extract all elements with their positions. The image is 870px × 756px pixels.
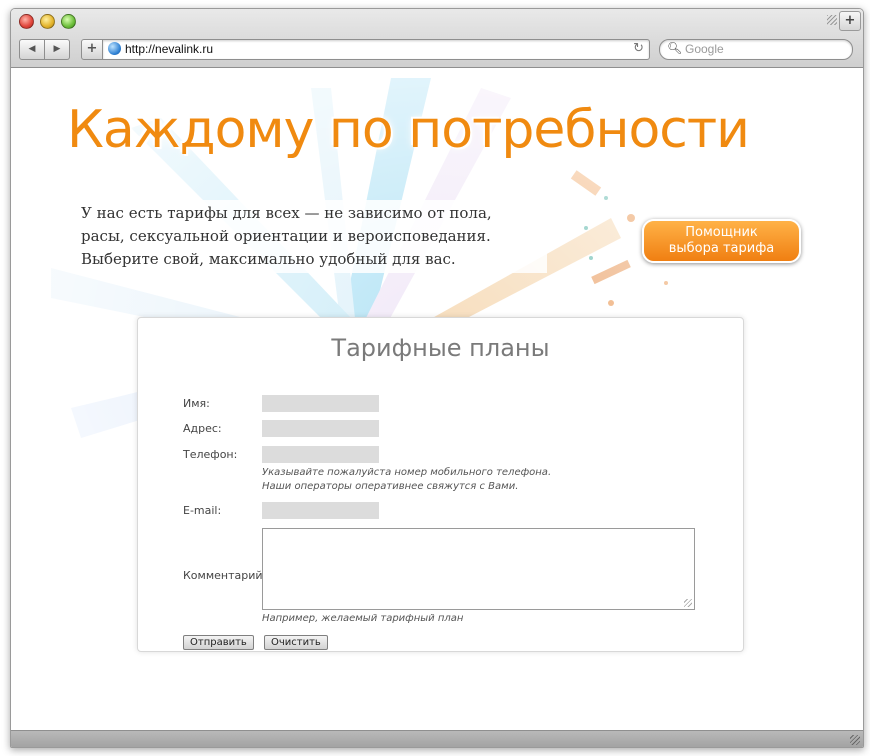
email-field[interactable]	[262, 502, 379, 519]
tariff-helper-button[interactable]: Помощник выбора тарифа	[642, 219, 801, 263]
search-bar[interactable]: 🔍︎	[659, 39, 853, 60]
form-title: Тарифные планы	[331, 334, 550, 362]
textarea-resize-icon[interactable]	[684, 599, 692, 607]
add-bookmark-button[interactable]: +	[81, 39, 103, 60]
window-resize-icon[interactable]	[850, 735, 860, 745]
comment-label: Комментарий:	[183, 569, 267, 582]
submit-button[interactable]: Отправить	[183, 635, 254, 650]
window-controls	[19, 14, 76, 29]
name-field[interactable]	[262, 395, 379, 412]
helper-button-line: Помощник	[685, 225, 758, 240]
address-bar[interactable]: http://nevalink.ru ↻	[102, 39, 650, 60]
email-label: E-mail:	[183, 504, 222, 517]
address-label: Адрес:	[183, 422, 222, 435]
intro-text: У нас есть тарифы для всех — не зависимо…	[75, 200, 547, 273]
phone-label: Телефон:	[183, 448, 238, 461]
minimize-window-button[interactable]	[40, 14, 55, 29]
close-window-button[interactable]	[19, 14, 34, 29]
comment-hint: Например, желаемый тарифный план	[262, 613, 464, 624]
forward-button[interactable]: ▶	[45, 39, 70, 60]
globe-icon	[108, 42, 121, 55]
browser-window: + ◀ ▶ + http://nevalink.ru ↻ 🔍︎ Google К…	[10, 8, 864, 748]
intro-line: У нас есть тарифы для всех — не зависимо…	[81, 204, 492, 222]
phone-field[interactable]	[262, 446, 379, 463]
helper-button-line: выбора тарифа	[668, 241, 775, 256]
name-label: Имя:	[183, 397, 210, 410]
intro-line: расы, сексуальной ориентации и вероиспов…	[81, 227, 491, 245]
zoom-window-button[interactable]	[61, 14, 76, 29]
tariff-form-card: Тарифные планы Имя: Адрес: Телефон: Указ…	[137, 317, 744, 652]
phone-hint-line: Указывайте пожалуйста номер мобильного т…	[262, 467, 552, 478]
browser-toolbar: + ◀ ▶ + http://nevalink.ru ↻ 🔍︎	[11, 9, 863, 68]
back-button[interactable]: ◀	[19, 39, 45, 60]
status-bar	[11, 730, 863, 747]
phone-hint: Указывайте пожалуйста номер мобильного т…	[262, 466, 551, 494]
resize-grip-icon	[827, 15, 837, 25]
search-icon[interactable]: 🔍︎	[667, 41, 682, 55]
search-input[interactable]	[685, 41, 845, 57]
intro-line: Выберите свой, максимально удобный для в…	[81, 250, 456, 268]
reset-button[interactable]: Очистить	[264, 635, 328, 650]
web-page: Каждому по потребности У нас есть тарифы…	[11, 68, 863, 731]
phone-hint-line: Наши операторы оперативнее свяжутся с Ва…	[262, 481, 519, 492]
url-text[interactable]: http://nevalink.ru	[125, 42, 213, 56]
new-tab-button[interactable]: +	[839, 11, 861, 31]
address-field[interactable]	[262, 420, 379, 437]
navigation-buttons: ◀ ▶	[19, 39, 70, 60]
reload-icon[interactable]: ↻	[633, 41, 644, 56]
comment-textarea[interactable]	[262, 528, 695, 610]
page-headline: Каждому по потребности	[67, 100, 750, 160]
